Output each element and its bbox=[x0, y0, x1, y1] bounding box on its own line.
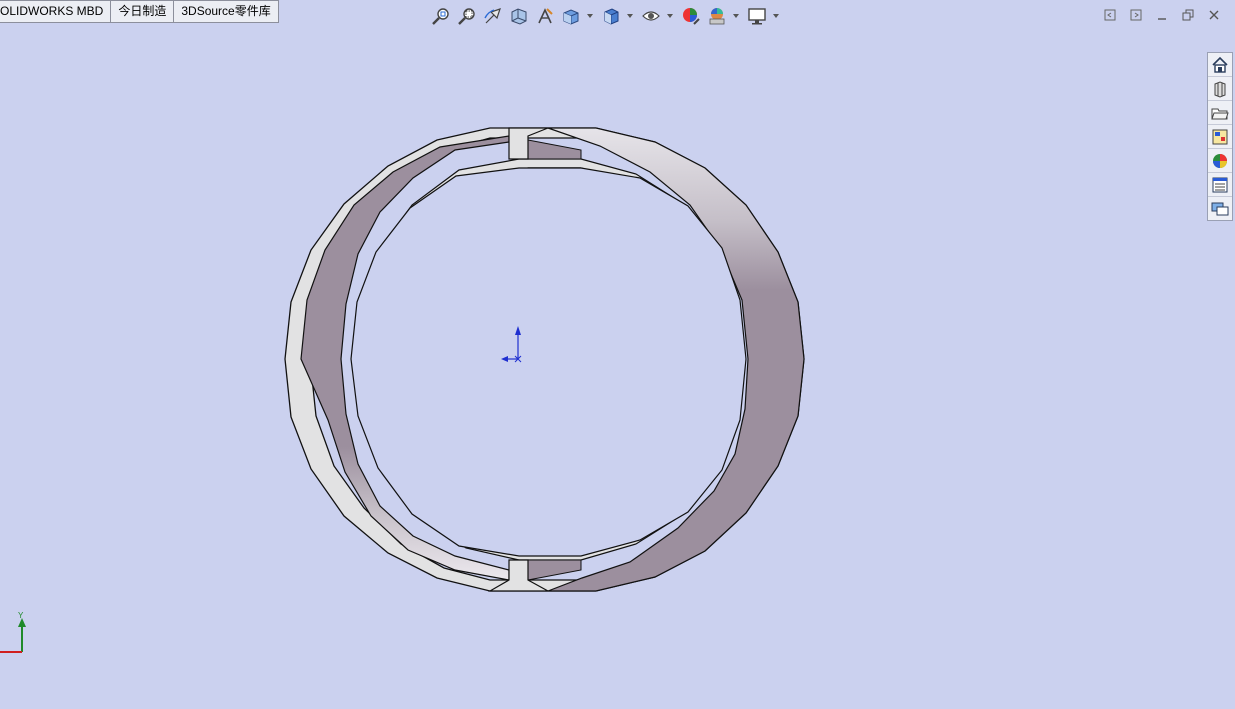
graphics-area[interactable]: Y bbox=[0, 0, 1235, 709]
reference-triad: Y bbox=[0, 611, 26, 653]
triad-y-label: Y bbox=[18, 611, 24, 620]
ring-part[interactable] bbox=[284, 127, 805, 592]
ring-bore-edge bbox=[350, 167, 747, 557]
ring-inner-right-face bbox=[527, 139, 582, 160]
ring-inner-bottom-face bbox=[527, 559, 582, 581]
